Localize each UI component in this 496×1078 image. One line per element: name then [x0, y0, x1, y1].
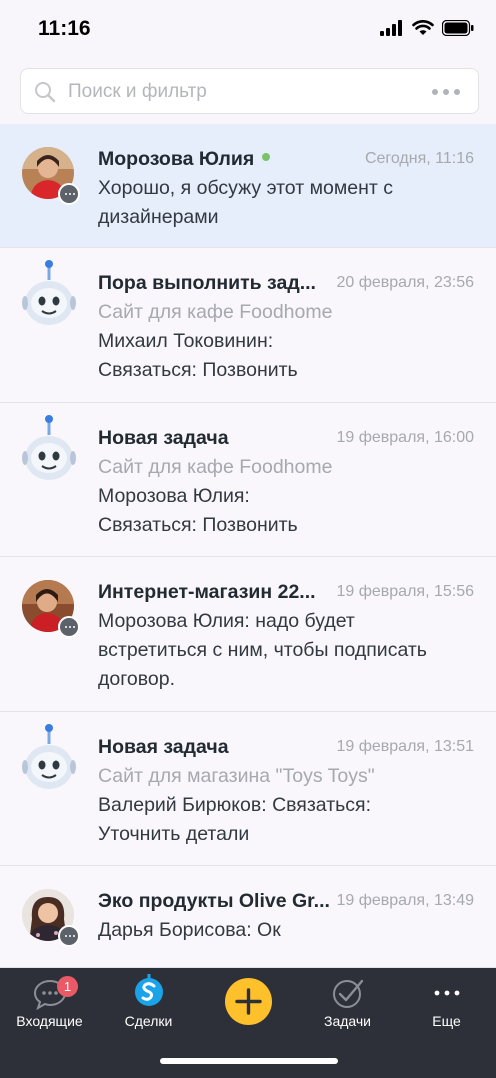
chat-message-line: встретиться с ним, чтобы подписать [98, 639, 427, 661]
wifi-icon [412, 20, 434, 35]
search-bar[interactable]: Поиск и фильтр [20, 68, 479, 114]
chat-message-line: Хорошо, я обсужу этот момент с [98, 177, 393, 199]
chat-row[interactable]: Пора выполнить зад... 20 февраля, 23:56 … [0, 248, 496, 403]
tab-label: Еще [432, 1013, 461, 1029]
tab-label: Сделки [124, 1013, 173, 1029]
chat-row[interactable]: Новая задача 19 февраля, 13:51 Сайт для … [0, 712, 496, 866]
avatar [22, 258, 76, 334]
chat-date: 19 февраля, 13:49 [336, 892, 474, 909]
chat-title: Эко продукты Olive Gr... [98, 890, 330, 912]
chat-message-line: Валерий Бирюков: Связаться: [98, 794, 372, 816]
avatar [22, 722, 76, 798]
tab-inbox[interactable]: 1 Входящие [0, 968, 99, 1038]
chat-message-line: Связаться: Позвонить [98, 359, 298, 381]
search-icon [35, 82, 56, 103]
notification-badge: 1 [57, 976, 78, 997]
status-time: 11:16 [38, 17, 91, 40]
chat-message-line: Связаться: Позвонить [98, 514, 298, 536]
chat-bubble-icon [58, 183, 80, 205]
battery-icon [442, 20, 474, 36]
chat-date: 19 февраля, 15:56 [336, 583, 474, 600]
chat-row[interactable]: Морозова Юлия Сегодня, 11:16 Хорошо, я о… [0, 124, 496, 248]
chat-title: Интернет-магазин 22... [98, 581, 316, 603]
chat-row[interactable]: Эко продукты Olive Gr... 19 февраля, 13:… [0, 866, 496, 968]
chat-row[interactable]: Новая задача 19 февраля, 16:00 Сайт для … [0, 403, 496, 557]
status-icons [380, 20, 474, 36]
home-indicator[interactable] [160, 1058, 338, 1064]
chat-bubble-icon [58, 925, 80, 947]
chat-row[interactable]: Интернет-магазин 22... 19 февраля, 15:56… [0, 557, 496, 712]
tab-deals[interactable]: Сделки [99, 968, 198, 1038]
chat-message-line: Морозова Юлия: надо будет [98, 610, 355, 632]
check-circle-icon [332, 979, 363, 1008]
tab-label: Задачи [323, 1013, 371, 1029]
chat-date: Сегодня, 11:16 [364, 150, 474, 167]
robot-icon [22, 724, 76, 789]
online-indicator [262, 152, 271, 161]
chat-message-line: Михаил Токовинин: [98, 330, 274, 352]
chat-date: 19 февраля, 16:00 [336, 429, 474, 446]
chat-date: 19 февраля, 13:51 [336, 738, 474, 755]
search-input[interactable]: Поиск и фильтр [68, 81, 207, 103]
chat-message-line: Уточнить детали [98, 823, 250, 845]
tab-tasks[interactable]: Задачи [298, 968, 397, 1038]
tab-label: Входящие [16, 1013, 83, 1029]
chat-message-line: дизайнерами [98, 206, 219, 228]
tab-more[interactable]: Еще [397, 968, 496, 1038]
chat-subtitle: Сайт для кафе Foodhome [98, 301, 333, 323]
signal-icon [380, 20, 402, 36]
chat-message-line: договор. [98, 668, 176, 690]
add-button[interactable] [225, 978, 272, 1025]
plus-icon [235, 988, 262, 1015]
chat-date: 20 февраля, 23:56 [336, 274, 474, 291]
filter-more-icon[interactable] [432, 89, 460, 95]
avatar [22, 413, 76, 489]
status-bar: 11:16 [0, 0, 496, 60]
chat-title: Новая задача [98, 736, 229, 758]
deals-icon [134, 974, 163, 1006]
chat-subtitle: Сайт для кафе Foodhome [98, 456, 333, 478]
avatar [22, 580, 80, 638]
chat-bubble-icon [58, 616, 80, 638]
robot-icon [22, 415, 76, 480]
chat-subtitle: Сайт для магазина "Toys Toys" [98, 765, 375, 787]
avatar [22, 147, 80, 205]
chat-title: Пора выполнить зад... [98, 272, 316, 294]
chat-title: Новая задача [98, 427, 229, 449]
more-icon [434, 990, 459, 996]
chat-message-line: Дарья Борисова: Ок [98, 919, 281, 941]
avatar [22, 889, 80, 947]
robot-icon [22, 260, 76, 325]
chat-title: Морозова Юлия [98, 148, 255, 170]
chat-message-line: Морозова Юлия: [98, 485, 250, 507]
